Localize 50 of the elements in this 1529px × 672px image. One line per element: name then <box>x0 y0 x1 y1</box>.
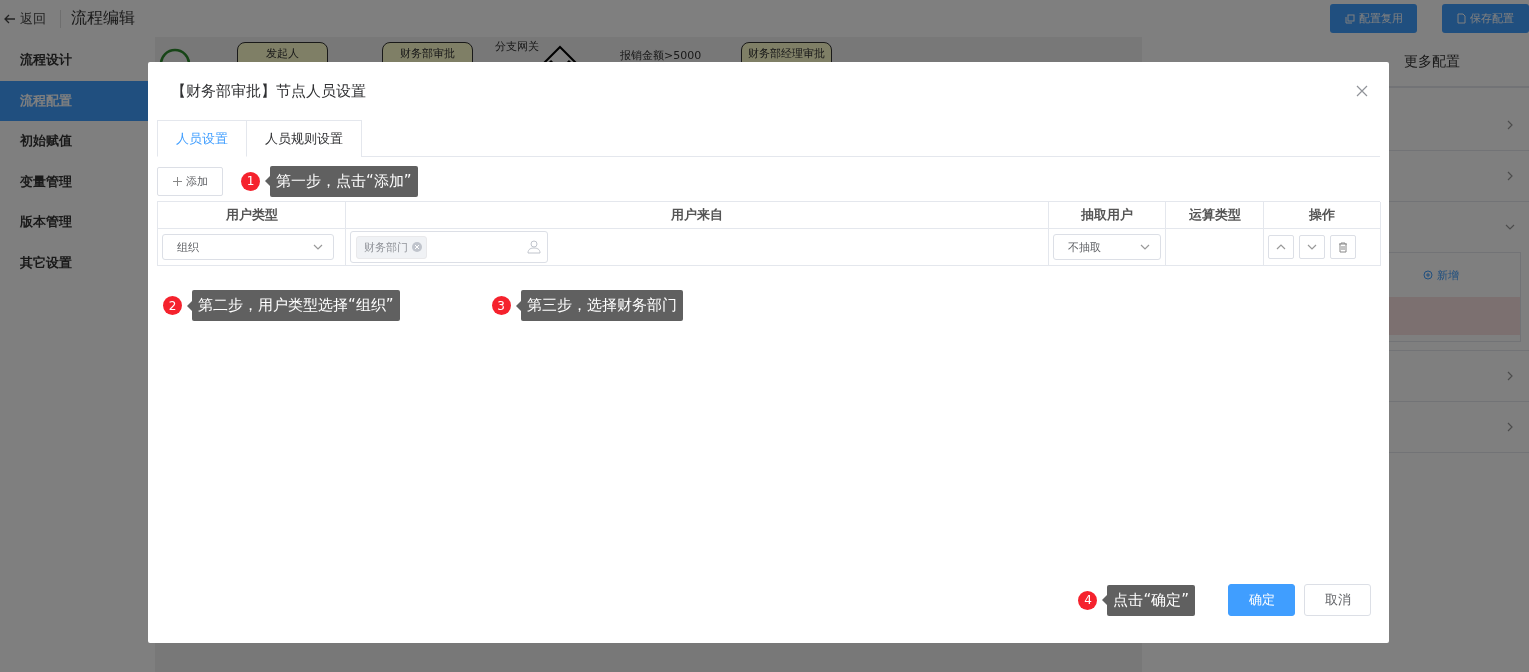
user-icon[interactable] <box>527 240 542 254</box>
dropdown-caret-icon <box>1140 242 1150 252</box>
move-down-button[interactable] <box>1299 235 1325 259</box>
reuse-config-button[interactable]: 配置复用 <box>1330 4 1417 33</box>
expand-chevron-icon <box>1505 171 1515 181</box>
condition-label: 报销金额>5000 <box>620 48 702 63</box>
plus-icon <box>172 176 182 186</box>
step-number-badge: 3 <box>491 296 511 315</box>
step-tooltip: 第三步，选择财务部门 <box>515 290 683 321</box>
step-tooltip: 第一步，点击“添加” <box>265 165 418 197</box>
column-header: 用户类型 <box>158 202 346 229</box>
collapse-chevron-icon <box>1505 222 1515 232</box>
cancel-button[interactable]: 取消 <box>1304 584 1371 616</box>
back-arrow-icon <box>4 13 16 24</box>
step-number-badge: 1 <box>241 171 260 191</box>
selected-tag: 财务部门 <box>356 235 427 259</box>
user-type-select[interactable]: 组织 <box>162 234 334 260</box>
expand-chevron-icon <box>1505 120 1515 130</box>
move-up-button[interactable] <box>1268 235 1294 259</box>
confirm-button[interactable]: 确定 <box>1228 584 1295 616</box>
document-icon <box>1457 13 1466 24</box>
column-header: 运算类型 <box>1166 202 1264 229</box>
step-number-badge: 2 <box>163 296 182 315</box>
dropdown-caret-icon <box>313 242 323 252</box>
column-header: 抽取用户 <box>1049 202 1166 229</box>
dialog-title: 【财务部审批】节点人员设置 <box>171 81 366 101</box>
step-tooltip: 点击“确定” <box>1102 584 1195 616</box>
expand-chevron-icon <box>1505 371 1515 381</box>
save-config-button[interactable]: 保存配置 <box>1442 4 1529 33</box>
trash-icon <box>1338 241 1348 253</box>
step-tooltip: 第二步，用户类型选择“组织” <box>187 290 400 321</box>
delete-button[interactable] <box>1330 235 1356 259</box>
add-button[interactable]: 添加 <box>157 166 223 196</box>
dialog-tab[interactable]: 人员规则设置 <box>247 120 362 157</box>
step-number-badge: 4 <box>1078 590 1098 610</box>
column-header: 用户来自 <box>346 202 1049 229</box>
chevron-down-icon <box>1307 242 1317 252</box>
remove-tag-icon[interactable] <box>412 242 422 252</box>
chevron-up-icon <box>1276 242 1286 252</box>
gateway-label: 分支网关 <box>495 39 539 54</box>
extract-user-select[interactable]: 不抽取 <box>1053 234 1161 260</box>
copy-icon <box>1344 13 1355 24</box>
dialog-tab[interactable]: 人员设置 <box>157 120 247 157</box>
plus-circle-icon <box>1423 270 1433 280</box>
close-button[interactable] <box>1356 85 1368 97</box>
column-header: 操作 <box>1264 202 1381 229</box>
page-title: 流程编辑 <box>71 8 135 29</box>
back-link[interactable]: 返回 <box>4 9 61 28</box>
user-source-field[interactable]: 财务部门 <box>350 231 548 263</box>
expand-chevron-icon <box>1505 422 1515 432</box>
